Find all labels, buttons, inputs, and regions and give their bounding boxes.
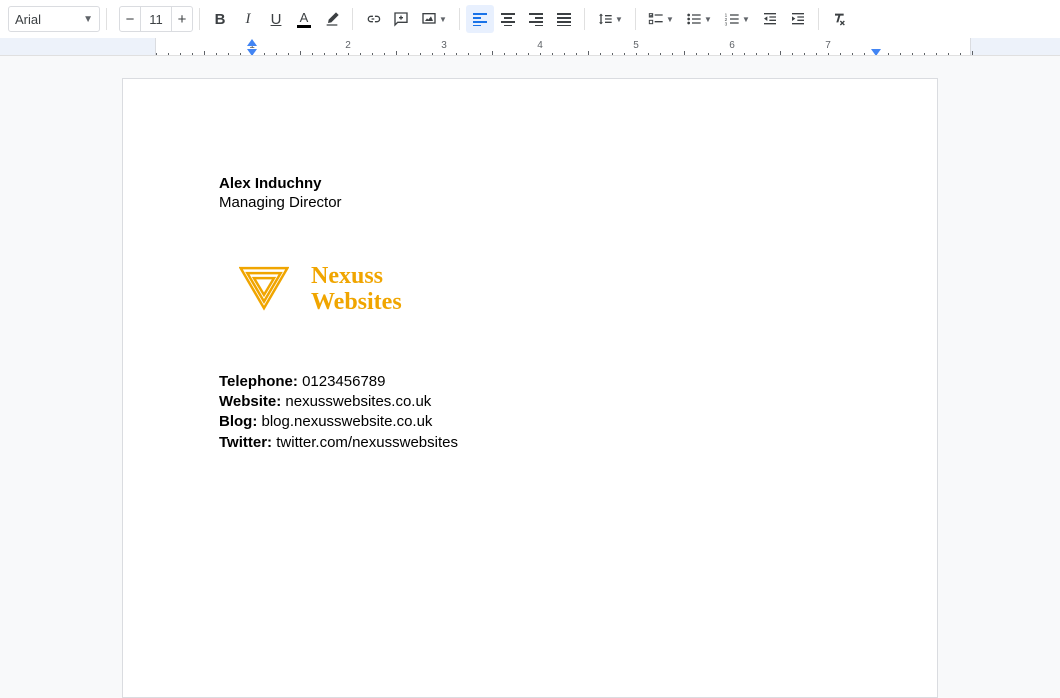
signature-job-title: Managing Director <box>219 194 841 211</box>
signature-name: Alex Induchny <box>219 175 841 192</box>
numbered-list-button[interactable]: 123 ▼ <box>718 5 756 33</box>
align-right-icon <box>528 12 544 26</box>
contact-block: Telephone: 0123456789 Website: nexussweb… <box>219 372 841 453</box>
logo-text-line1: Nexuss <box>311 263 402 289</box>
text-color-button[interactable]: A <box>290 5 318 33</box>
indent-icon <box>790 11 806 27</box>
align-left-icon <box>472 12 488 26</box>
checklist-button[interactable]: ▼ <box>642 5 680 33</box>
outdent-icon <box>762 11 778 27</box>
separator <box>584 8 585 30</box>
right-indent-marker[interactable] <box>871 49 881 56</box>
svg-text:3: 3 <box>725 22 728 27</box>
blog-value: blog.nexusswebsite.co.uk <box>262 413 433 430</box>
font-size-control: − + <box>119 6 193 32</box>
highlighter-icon <box>324 11 340 27</box>
dropdown-caret-icon: ▼ <box>666 15 674 24</box>
font-size-input[interactable] <box>141 6 171 32</box>
triangle-logo-icon <box>239 265 289 313</box>
decrease-indent-button[interactable] <box>756 5 784 33</box>
italic-button[interactable]: I <box>234 5 262 33</box>
font-family-label: Arial <box>15 12 41 27</box>
logo-text-line2: Websites <box>311 289 402 315</box>
separator <box>459 8 460 30</box>
website-row: Website: nexusswebsites.co.uk <box>219 392 841 412</box>
dropdown-caret-icon: ▼ <box>615 15 623 24</box>
left-indent-marker[interactable] <box>247 39 257 46</box>
line-spacing-icon <box>597 11 613 27</box>
ruler-marks: 1234567 <box>156 38 970 56</box>
image-icon <box>421 11 437 27</box>
insert-image-button[interactable]: ▼ <box>415 5 453 33</box>
align-center-button[interactable] <box>494 5 522 33</box>
dropdown-caret-icon: ▼ <box>439 15 447 24</box>
text-color-swatch <box>297 25 311 28</box>
line-spacing-button[interactable]: ▼ <box>591 5 629 33</box>
clear-format-icon <box>831 11 847 27</box>
ruler-inner: 1234567 <box>155 38 971 56</box>
logo-text: Nexuss Websites <box>311 263 402 316</box>
document-canvas: Alex Induchny Managing Director Nexuss W… <box>0 56 1060 698</box>
dropdown-caret-icon: ▼ <box>704 15 712 24</box>
twitter-row: Twitter: twitter.com/nexusswebsites <box>219 433 841 453</box>
dropdown-caret-icon: ▼ <box>83 14 93 25</box>
highlight-button[interactable] <box>318 5 346 33</box>
website-label: Website: <box>219 393 281 410</box>
align-right-button[interactable] <box>522 5 550 33</box>
increase-indent-button[interactable] <box>784 5 812 33</box>
blog-label: Blog: <box>219 413 257 430</box>
dropdown-caret-icon: ▼ <box>742 15 750 24</box>
separator <box>818 8 819 30</box>
bullet-list-icon <box>686 11 702 27</box>
bulleted-list-button[interactable]: ▼ <box>680 5 718 33</box>
page[interactable]: Alex Induchny Managing Director Nexuss W… <box>122 78 938 698</box>
telephone-label: Telephone: <box>219 373 298 390</box>
separator <box>352 8 353 30</box>
horizontal-ruler[interactable]: 1234567 <box>0 38 1060 56</box>
align-center-icon <box>500 12 516 26</box>
insert-link-button[interactable] <box>359 5 387 33</box>
align-left-button[interactable] <box>466 5 494 33</box>
first-line-indent-marker[interactable] <box>247 49 257 56</box>
telephone-value: 0123456789 <box>302 373 385 390</box>
clear-formatting-button[interactable] <box>825 5 853 33</box>
font-size-decrease-button[interactable]: − <box>119 6 141 32</box>
align-justify-icon <box>556 12 572 26</box>
underline-button[interactable]: U <box>262 5 290 33</box>
separator <box>199 8 200 30</box>
font-family-select[interactable]: Arial ▼ <box>8 6 100 32</box>
separator <box>106 8 107 30</box>
twitter-value: twitter.com/nexusswebsites <box>276 434 458 451</box>
telephone-row: Telephone: 0123456789 <box>219 372 841 392</box>
logo-block: Nexuss Websites <box>239 263 841 316</box>
formatting-toolbar: Arial ▼ − + B I U A ▼ ▼ <box>0 0 1060 38</box>
link-icon <box>365 11 381 27</box>
bold-button[interactable]: B <box>206 5 234 33</box>
blog-row: Blog: blog.nexusswebsite.co.uk <box>219 412 841 432</box>
insert-comment-button[interactable] <box>387 5 415 33</box>
checklist-icon <box>648 11 664 27</box>
website-value: nexusswebsites.co.uk <box>285 393 431 410</box>
numbered-list-icon: 123 <box>724 11 740 27</box>
twitter-label: Twitter: <box>219 434 272 451</box>
align-justify-button[interactable] <box>550 5 578 33</box>
comment-icon <box>393 11 409 27</box>
separator <box>635 8 636 30</box>
font-size-increase-button[interactable]: + <box>171 6 193 32</box>
